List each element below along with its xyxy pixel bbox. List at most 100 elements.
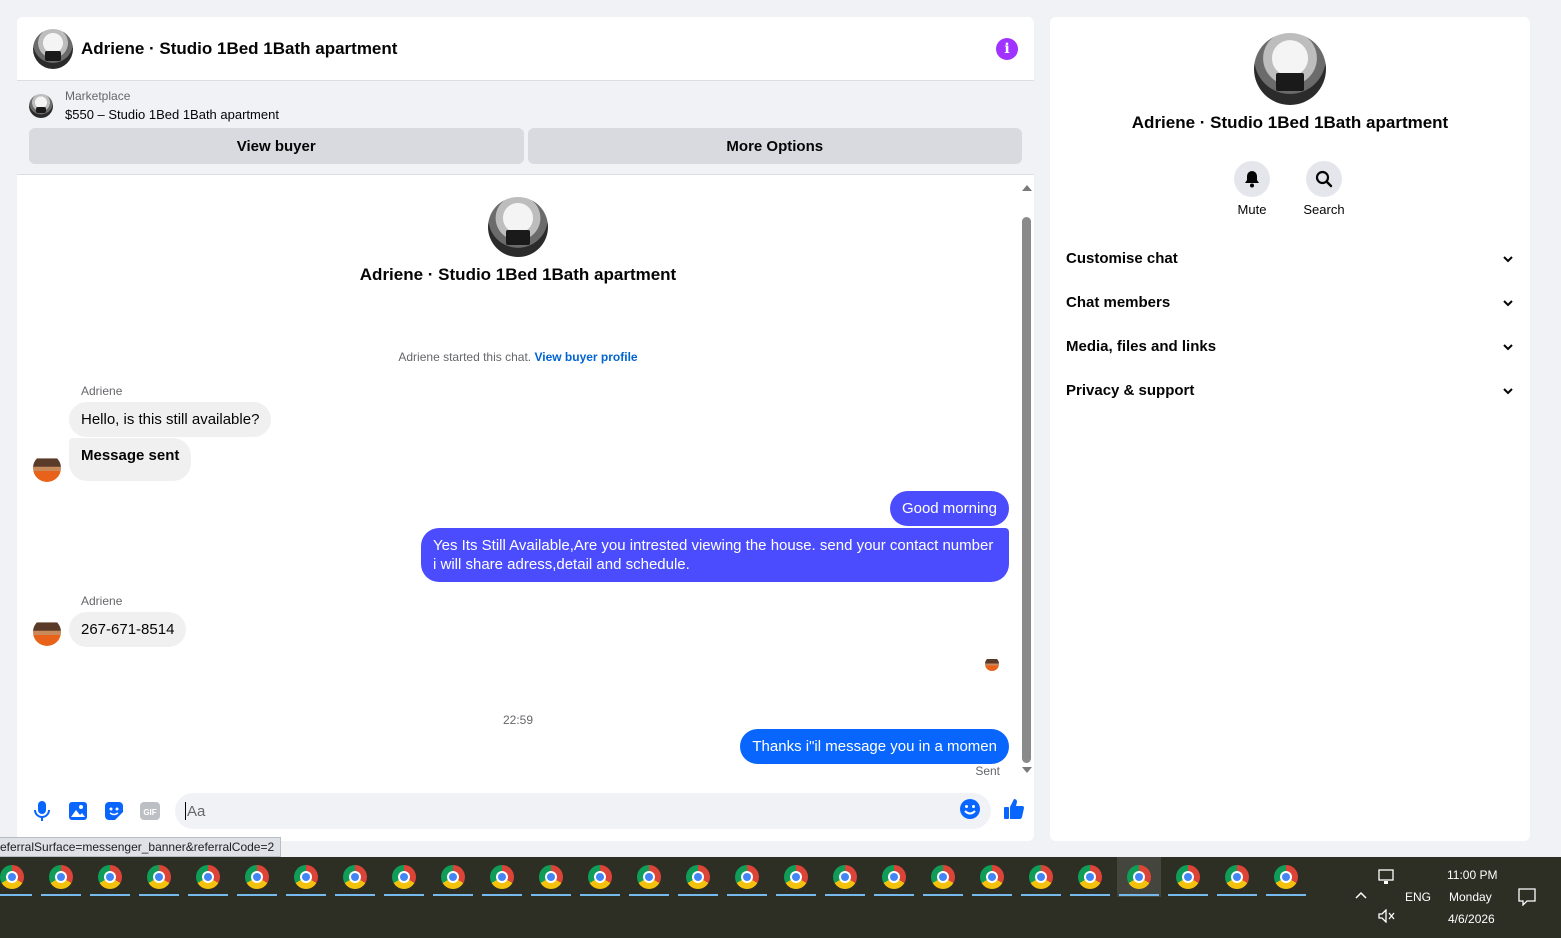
chevron-down-icon [1502, 250, 1514, 267]
running-indicator [335, 894, 375, 896]
chevron-down-icon [1502, 294, 1514, 311]
incoming-message[interactable]: Hello, is this still available? [69, 402, 272, 437]
chrome-icon [49, 865, 73, 889]
taskbar-chrome-window[interactable] [431, 857, 475, 897]
incoming-message[interactable]: Message sent [69, 438, 192, 481]
chat-title[interactable]: Adriene · Studio 1Bed 1Bath apartment [81, 39, 397, 59]
chat-members-section[interactable]: Chat members [1066, 290, 1514, 314]
taskbar-chrome-window[interactable] [333, 857, 377, 897]
running-indicator [580, 894, 620, 896]
taskbar-chrome-window[interactable] [39, 857, 83, 897]
privacy-support-section[interactable]: Privacy & support [1066, 378, 1514, 402]
taskbar-chrome-window[interactable] [137, 857, 181, 897]
listing-avatar[interactable] [33, 28, 73, 69]
emoji-icon[interactable] [959, 798, 981, 824]
taskbar-chrome-window[interactable] [725, 857, 769, 897]
marketplace-label: Marketplace [65, 89, 131, 103]
chrome-icon [539, 865, 563, 889]
running-indicator [188, 894, 228, 896]
details-name: Adriene · Studio 1Bed 1Bath apartment [1131, 113, 1449, 132]
section-label: Privacy & support [1066, 381, 1195, 399]
intro-avatar [488, 197, 548, 257]
outgoing-message[interactable]: Yes Its Still Available,Are you intreste… [421, 528, 1009, 582]
running-indicator [1021, 894, 1061, 896]
taskbar-chrome-window[interactable] [529, 857, 573, 897]
chrome-icon [637, 865, 661, 889]
read-receipt-avatar [985, 657, 999, 671]
taskbar-chrome-window[interactable] [970, 857, 1014, 897]
intro-name: Adriene · Studio 1Bed 1Bath apartment [359, 265, 677, 284]
taskbar-chrome-window[interactable] [774, 857, 818, 897]
message-input[interactable]: Aa [175, 793, 991, 829]
chrome-icon [1078, 865, 1102, 889]
chrome-icon [1127, 865, 1151, 889]
buyer-avatar[interactable] [33, 618, 61, 646]
buyer-avatar[interactable] [33, 454, 61, 482]
outgoing-message[interactable]: Thanks i"il message you in a momen [740, 729, 1009, 764]
marketplace-banner: Marketplace $550 – Studio 1Bed 1Bath apa… [17, 81, 1034, 175]
gif-icon[interactable]: GIF [139, 800, 161, 822]
taskbar-chrome-window[interactable] [627, 857, 671, 897]
notifications-icon[interactable] [1518, 888, 1536, 909]
taskbar-chrome-window[interactable] [88, 857, 132, 897]
taskbar-chrome-window[interactable] [1019, 857, 1063, 897]
view-buyer-profile-link[interactable]: View buyer profile [534, 350, 637, 364]
listing-title[interactable]: $550 – Studio 1Bed 1Bath apartment [65, 107, 279, 122]
photo-icon[interactable] [67, 800, 89, 822]
more-options-button[interactable]: More Options [527, 128, 1022, 164]
taskbar-chrome-window[interactable] [1264, 857, 1308, 897]
scroll-down-arrow[interactable] [1022, 767, 1032, 773]
taskbar-chrome-window[interactable] [235, 857, 279, 897]
view-buyer-button[interactable]: View buyer [29, 128, 524, 164]
message-scrollbar[interactable] [1019, 181, 1034, 781]
chrome-icon [980, 865, 1004, 889]
sent-status: Sent [975, 764, 1000, 778]
taskbar-chrome-window[interactable] [823, 857, 867, 897]
taskbar-chrome-window[interactable] [382, 857, 426, 897]
microphone-icon[interactable] [31, 800, 53, 822]
running-indicator [531, 894, 571, 896]
mute-button[interactable]: Mute [1222, 161, 1282, 217]
taskbar-chrome-window[interactable] [872, 857, 916, 897]
incoming-message[interactable]: 267-671-8514 [69, 612, 187, 647]
media-files-links-section[interactable]: Media, files and links [1066, 334, 1514, 358]
taskbar-chrome-window[interactable] [676, 857, 720, 897]
speaker-muted-icon[interactable] [1378, 908, 1396, 926]
chevron-up-icon[interactable] [1354, 889, 1368, 903]
customise-chat-section[interactable]: Customise chat [1066, 246, 1514, 270]
chrome-icon [735, 865, 759, 889]
running-indicator [433, 894, 473, 896]
sticker-icon[interactable] [103, 800, 125, 822]
taskbar-chrome-window[interactable] [578, 857, 622, 897]
outgoing-message[interactable]: Good morning [889, 491, 1009, 526]
taskbar-chrome-window[interactable] [1166, 857, 1210, 897]
clock-day[interactable]: Monday [1449, 890, 1492, 904]
scroll-thumb[interactable] [1022, 217, 1031, 763]
section-label: Chat members [1066, 293, 1171, 311]
running-indicator [286, 894, 326, 896]
running-indicator [825, 894, 865, 896]
info-icon[interactable]: i [996, 37, 1018, 60]
bell-icon [1234, 161, 1270, 197]
taskbar-chrome-window[interactable] [1215, 857, 1259, 897]
network-icon[interactable] [1378, 869, 1396, 888]
status-url-tooltip: eferralSurface=messenger_banner&referral… [0, 837, 282, 857]
taskbar-chrome-window[interactable] [1068, 857, 1112, 897]
language-indicator[interactable]: ENG [1405, 890, 1431, 904]
taskbar-chrome-window[interactable] [1117, 857, 1161, 897]
taskbar-chrome-window[interactable] [186, 857, 230, 897]
taskbar-chrome-window[interactable] [921, 857, 965, 897]
taskbar-chrome-window[interactable] [284, 857, 328, 897]
clock-date[interactable]: 4/6/2026 [1448, 912, 1495, 926]
search-button[interactable]: Search [1294, 161, 1354, 217]
thumbs-up-icon[interactable] [1003, 798, 1025, 825]
chevron-down-icon [1502, 382, 1514, 399]
running-indicator [776, 894, 816, 896]
scroll-up-arrow[interactable] [1022, 185, 1032, 191]
taskbar-chrome-window[interactable] [0, 857, 34, 897]
page-scrollbar[interactable] [1547, 0, 1561, 857]
chrome-icon [1029, 865, 1053, 889]
details-avatar[interactable] [1254, 33, 1326, 105]
taskbar-chrome-window[interactable] [480, 857, 524, 897]
clock-time[interactable]: 11:00 PM [1447, 868, 1497, 882]
